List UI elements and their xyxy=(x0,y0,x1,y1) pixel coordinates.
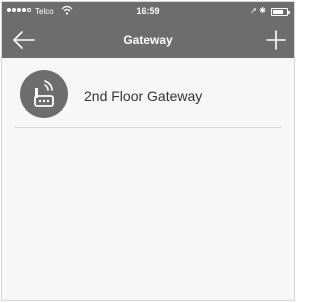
router-wifi-icon xyxy=(34,80,54,107)
battery-level xyxy=(273,10,283,14)
gateway-list-item[interactable]: 2nd Floor Gateway xyxy=(2,58,294,128)
plus-icon[interactable] xyxy=(266,30,286,50)
gateway-list: 2nd Floor Gateway xyxy=(2,58,294,128)
status-bar: Telco 16:59 ➚ ✱ xyxy=(2,2,294,22)
battery-icon xyxy=(271,8,290,16)
gateway-avatar xyxy=(20,70,68,118)
navigation-bar: Gateway xyxy=(2,22,294,58)
location-arrow-icon: ➚ xyxy=(250,6,257,15)
page-title: Gateway xyxy=(123,33,173,47)
list-divider xyxy=(14,127,282,128)
gateway-name: 2nd Floor Gateway xyxy=(84,88,203,104)
phone-screen: Telco 16:59 ➚ ✱ Gateway 2nd Floor Gatewa… xyxy=(1,1,295,301)
bluetooth-icon: ✱ xyxy=(259,6,266,15)
